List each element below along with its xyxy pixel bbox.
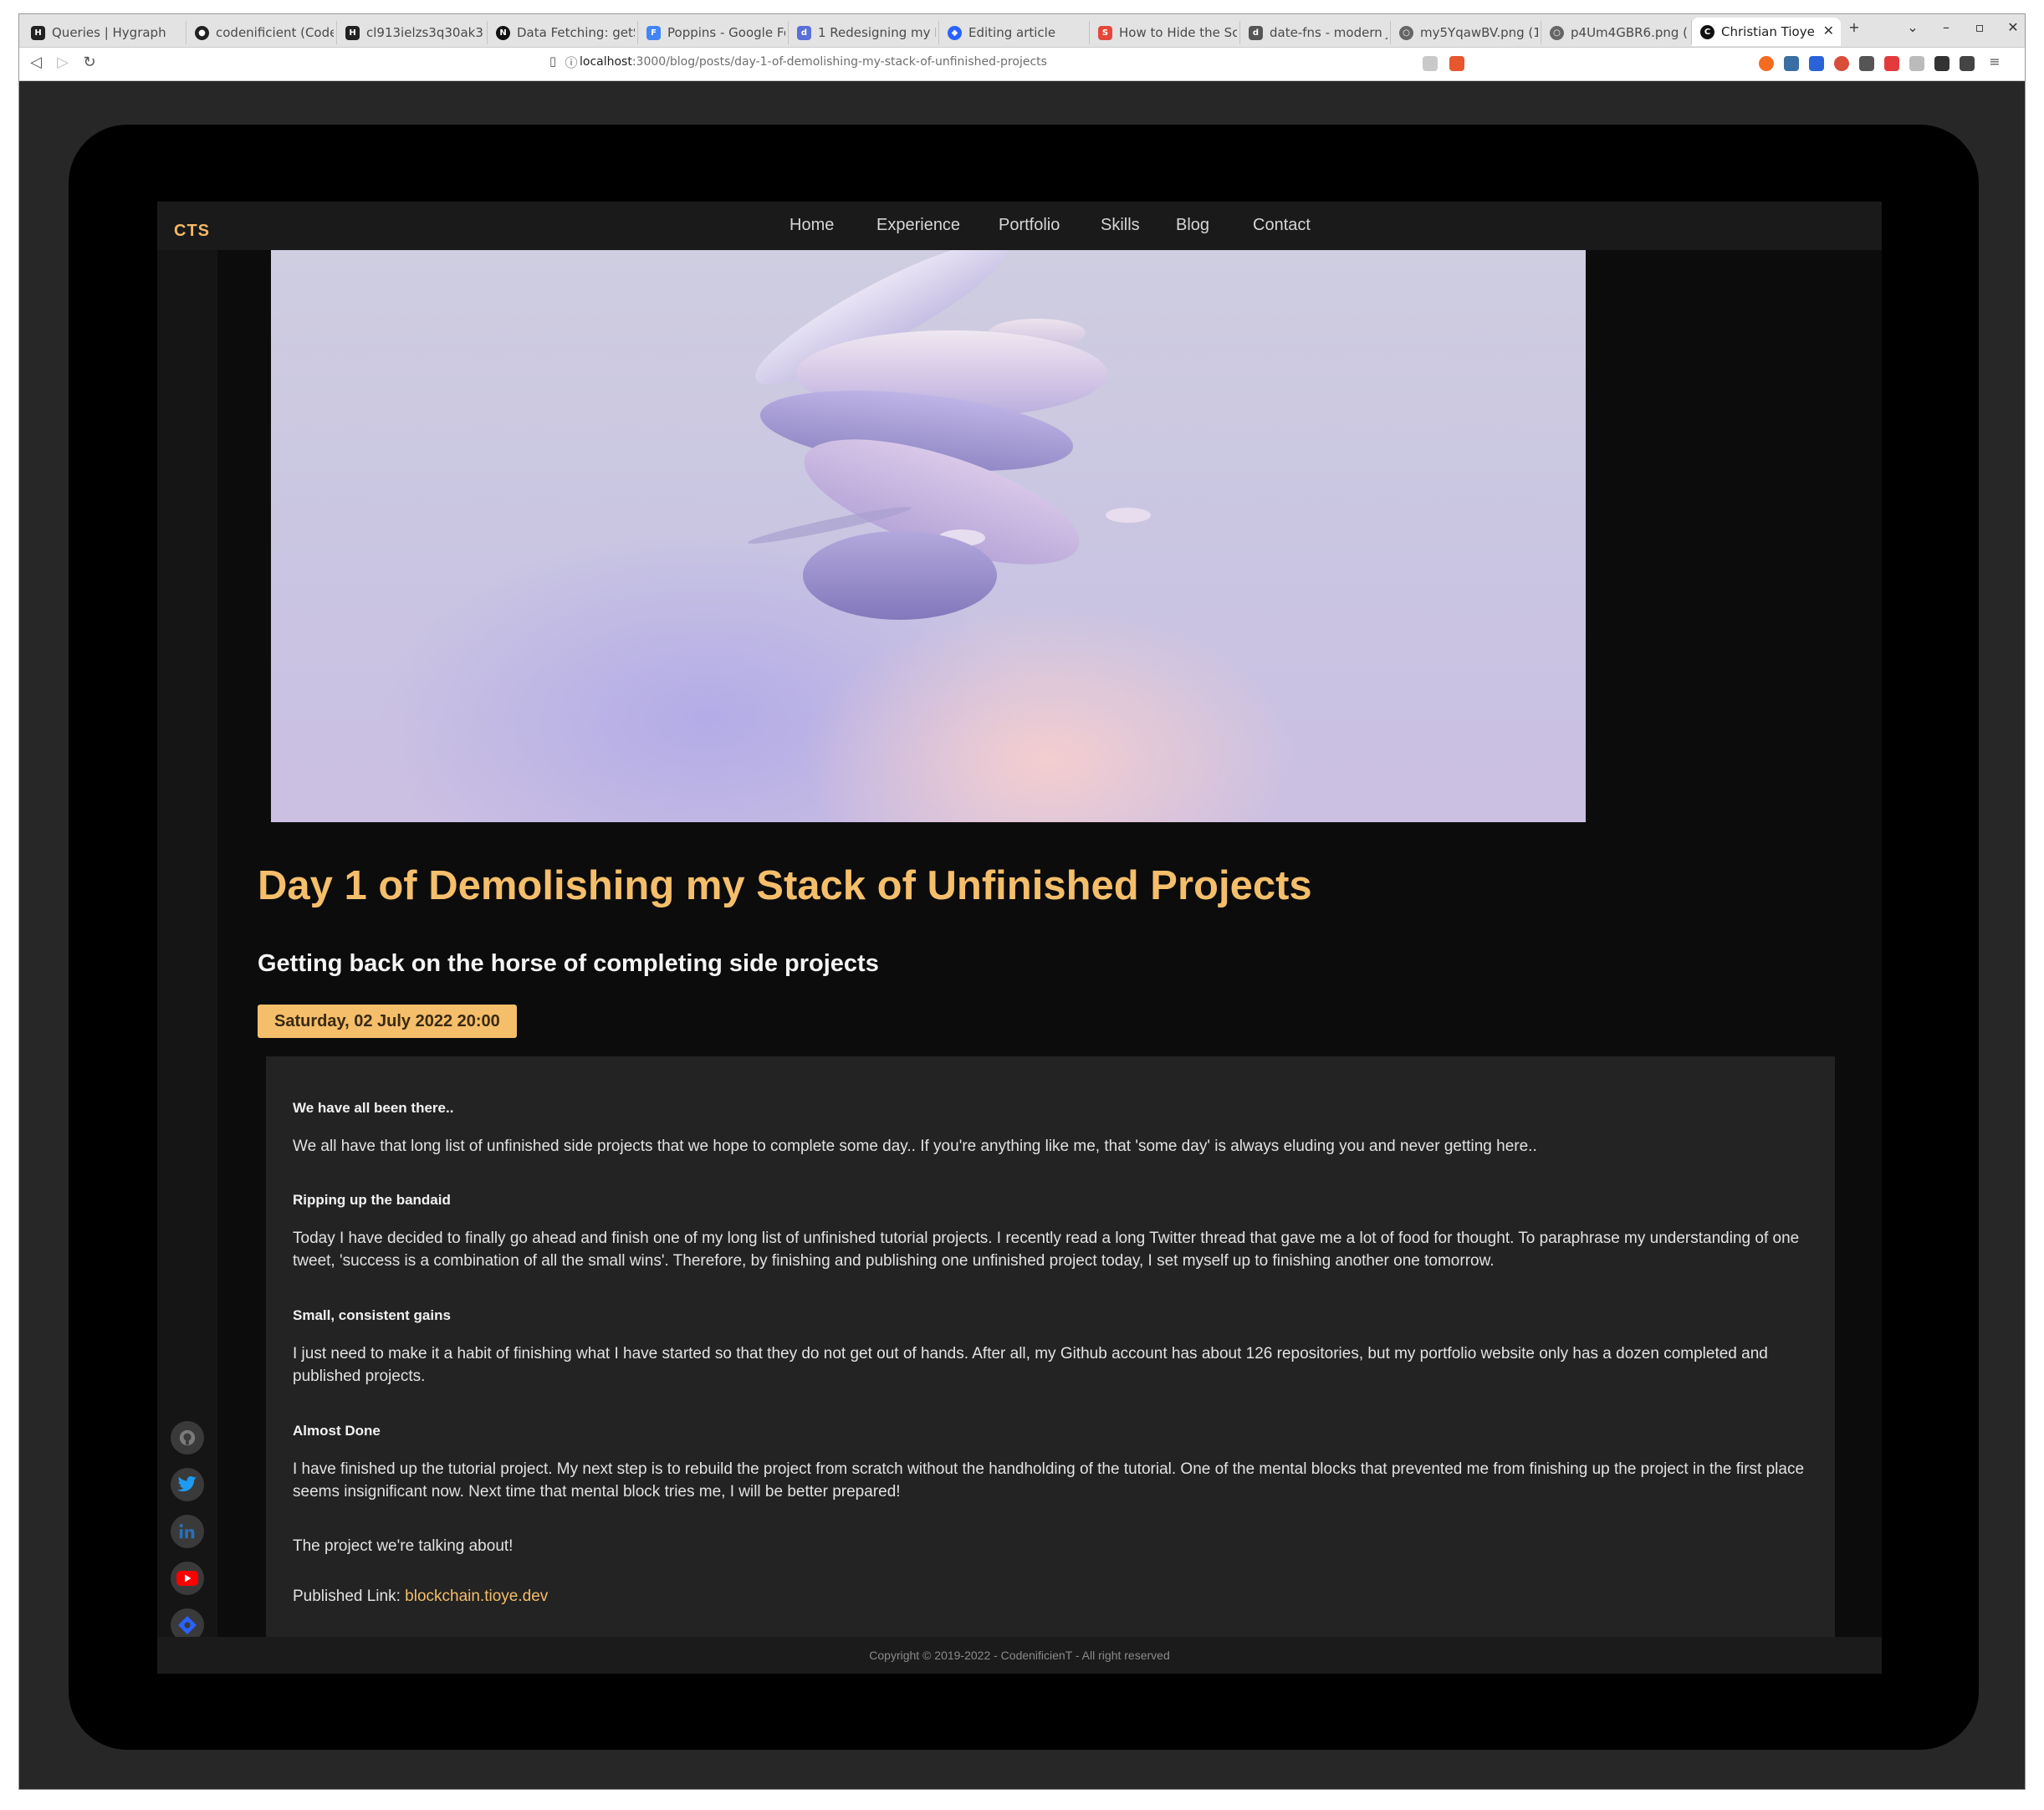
nav-blog[interactable]: Blog xyxy=(1176,216,1209,235)
published-link[interactable]: blockchain.tioye.dev xyxy=(405,1588,548,1605)
tab[interactable]: F Poppins - Google Fo xyxy=(638,21,789,44)
tab-active[interactable]: C Christian Tioye ✕ xyxy=(1692,18,1841,46)
site: CTS Home Experience Portfolio Skills Blo… xyxy=(157,202,1882,1674)
reload-icon[interactable]: ↻ xyxy=(79,54,100,71)
github-link[interactable] xyxy=(171,1421,204,1455)
post-subtitle: Getting back on the horse of completing … xyxy=(258,950,879,977)
close-window-button[interactable]: ✕ xyxy=(2003,19,2023,35)
address-bar[interactable]: localhost:3000/blog/posts/day-1-of-demol… xyxy=(580,55,1047,69)
tab[interactable]: H Queries | Hygraph xyxy=(23,21,187,44)
twitter-link[interactable] xyxy=(171,1468,204,1501)
new-tab-button[interactable]: + xyxy=(1844,19,1864,35)
forward-icon[interactable]: ▷ xyxy=(53,54,73,71)
extension-icon[interactable] xyxy=(1759,56,1774,71)
extension-icon[interactable] xyxy=(1934,56,1949,71)
tab[interactable]: ◆ Editing article xyxy=(939,21,1090,44)
hero-image xyxy=(271,250,1586,822)
tab[interactable]: ○ p4Um4GBR6.png (19 xyxy=(1541,21,1692,44)
tab-icon: d xyxy=(797,25,811,40)
browser-toolbar: ◁ ▷ ↻ ▯ ⓘ localhost:3000/blog/posts/day-… xyxy=(19,48,2025,81)
site-logo[interactable]: CTS xyxy=(174,222,210,241)
section-heading: Almost Done xyxy=(293,1423,381,1439)
tab[interactable]: d 1 Redesigning my Por xyxy=(789,21,939,44)
linkedin-link[interactable] xyxy=(171,1515,204,1548)
github-icon: ● xyxy=(195,25,209,40)
site-info-icon[interactable]: ⓘ xyxy=(561,54,581,71)
extension-icon[interactable] xyxy=(1859,56,1874,71)
github-icon xyxy=(179,1429,196,1446)
section-body: We all have that long list of unfinished… xyxy=(293,1138,1537,1155)
social-sidebar xyxy=(157,250,217,1642)
section-heading: Ripping up the bandaid xyxy=(293,1192,451,1208)
hashnode-icon xyxy=(178,1616,197,1634)
nextjs-icon: N xyxy=(496,25,510,40)
close-tab-icon[interactable]: ✕ xyxy=(1823,23,1834,38)
extension-icon[interactable] xyxy=(1834,56,1849,71)
back-icon[interactable]: ◁ xyxy=(26,54,46,71)
bookmark-icon: S xyxy=(1098,25,1112,40)
tab[interactable]: ● codenificient (Coden xyxy=(187,21,337,44)
page-viewport: CTS Home Experience Portfolio Skills Blo… xyxy=(19,82,2025,1789)
extension-icon[interactable] xyxy=(1809,56,1824,71)
extension-icon[interactable] xyxy=(1884,56,1899,71)
nav-contact[interactable]: Contact xyxy=(1253,216,1311,235)
disc-shape xyxy=(1106,508,1151,523)
section-heading: Small, consistent gains xyxy=(293,1307,451,1323)
date-fns-icon: d xyxy=(1249,25,1263,40)
tab[interactable]: S How to Hide the Scro xyxy=(1090,21,1240,44)
menu-icon[interactable]: ≡ xyxy=(1985,54,2005,69)
tab-strip: H Queries | Hygraph ● codenificient (Cod… xyxy=(19,14,2025,48)
nav-experience[interactable]: Experience xyxy=(876,216,960,235)
globe-icon: ○ xyxy=(1399,25,1413,40)
section-body: Today I have decided to finally go ahead… xyxy=(293,1230,1800,1270)
post-date-badge: Saturday, 02 July 2022 20:00 xyxy=(258,1005,517,1038)
disc-shape xyxy=(803,531,997,620)
youtube-link[interactable] xyxy=(171,1562,204,1595)
twitter-icon xyxy=(177,1476,197,1492)
nav-portfolio[interactable]: Portfolio xyxy=(999,216,1060,235)
bookmark-icon[interactable]: ▯ xyxy=(543,54,563,69)
hygraph-icon: H xyxy=(31,25,45,40)
globe-icon: ○ xyxy=(1550,25,1564,40)
tab[interactable]: ○ my5YqawBV.png (19 xyxy=(1391,21,1541,44)
shield-icon[interactable] xyxy=(1423,56,1438,71)
maximize-button[interactable]: ▫ xyxy=(1970,19,1990,35)
extension-icon[interactable] xyxy=(1909,56,1924,71)
section-body: I have finished up the tutorial project.… xyxy=(293,1460,1805,1501)
section-body: I just need to make it a habit of finish… xyxy=(293,1345,1768,1385)
site-icon: C xyxy=(1700,24,1714,39)
tab[interactable]: N Data Fetching: getSta xyxy=(488,21,638,44)
hashnode-icon: ◆ xyxy=(948,25,962,40)
published-line: Published Link: blockchain.tioye.dev xyxy=(293,1588,549,1605)
extension-icon[interactable] xyxy=(1784,56,1799,71)
linkedin-icon xyxy=(179,1524,195,1539)
tab-list-icon[interactable]: ⌄ xyxy=(1903,19,1923,35)
post-content: We have all been there.. We all have tha… xyxy=(266,1056,1835,1637)
post-title: Day 1 of Demolishing my Stack of Unfinis… xyxy=(258,863,1312,908)
section-heading: We have all been there.. xyxy=(293,1100,454,1116)
site-footer: Copyright © 2019-2022 - CodenificienT - … xyxy=(157,1637,1882,1674)
nav-skills[interactable]: Skills xyxy=(1101,216,1140,235)
tab[interactable]: H cl913ielzs3q30ak3igr xyxy=(337,21,488,44)
puzzle-icon[interactable] xyxy=(1960,56,1975,71)
closing-text: The project we're talking about! xyxy=(293,1537,514,1555)
hygraph-icon: H xyxy=(345,25,360,40)
nav-home[interactable]: Home xyxy=(789,216,834,235)
tab[interactable]: d date-fns - modern Ja xyxy=(1240,21,1391,44)
youtube-icon xyxy=(176,1571,198,1586)
device-frame: CTS Home Experience Portfolio Skills Blo… xyxy=(69,125,1979,1750)
browser-window: H Queries | Hygraph ● codenificient (Cod… xyxy=(18,13,2026,1790)
warning-icon[interactable] xyxy=(1449,56,1464,71)
site-nav: CTS Home Experience Portfolio Skills Blo… xyxy=(157,202,1882,250)
minimize-button[interactable]: – xyxy=(1936,19,1956,35)
google-fonts-icon: F xyxy=(646,25,661,40)
